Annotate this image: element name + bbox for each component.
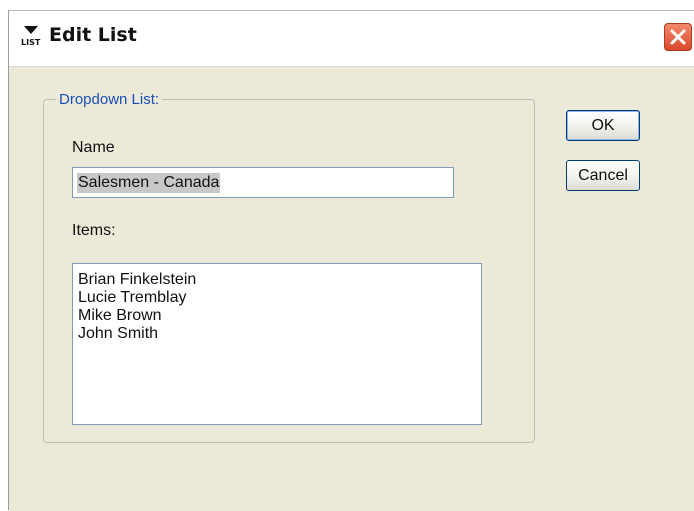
svg-text:LIST: LIST [21,38,41,47]
dialog-content: Dropdown List: Name Salesmen - Canada It… [9,67,694,511]
cancel-button[interactable]: Cancel [566,160,640,191]
list-icon: LIST [21,26,41,47]
close-icon [670,29,686,45]
name-label: Name [72,139,115,156]
edit-list-dialog: LIST Edit List Dropdown List: Name Sales… [8,10,694,511]
window-title: Edit List [49,24,137,46]
items-listbox[interactable]: Brian Finkelstein Lucie Tremblay Mike Br… [72,263,482,425]
ok-button[interactable]: OK [566,110,640,141]
list-item[interactable]: Brian Finkelstein [78,271,476,289]
list-item[interactable]: Mike Brown [78,307,476,325]
list-item[interactable]: Lucie Tremblay [78,289,476,307]
group-legend: Dropdown List: [56,91,163,109]
close-button[interactable] [664,23,692,51]
name-input[interactable]: Salesmen - Canada [72,167,454,198]
dropdown-list-group: Dropdown List: Name Salesmen - Canada It… [43,91,535,443]
items-label: Items: [72,222,116,239]
name-input-value: Salesmen - Canada [77,173,221,193]
title-bar[interactable]: LIST Edit List [9,11,694,67]
list-item[interactable]: John Smith [78,325,476,343]
